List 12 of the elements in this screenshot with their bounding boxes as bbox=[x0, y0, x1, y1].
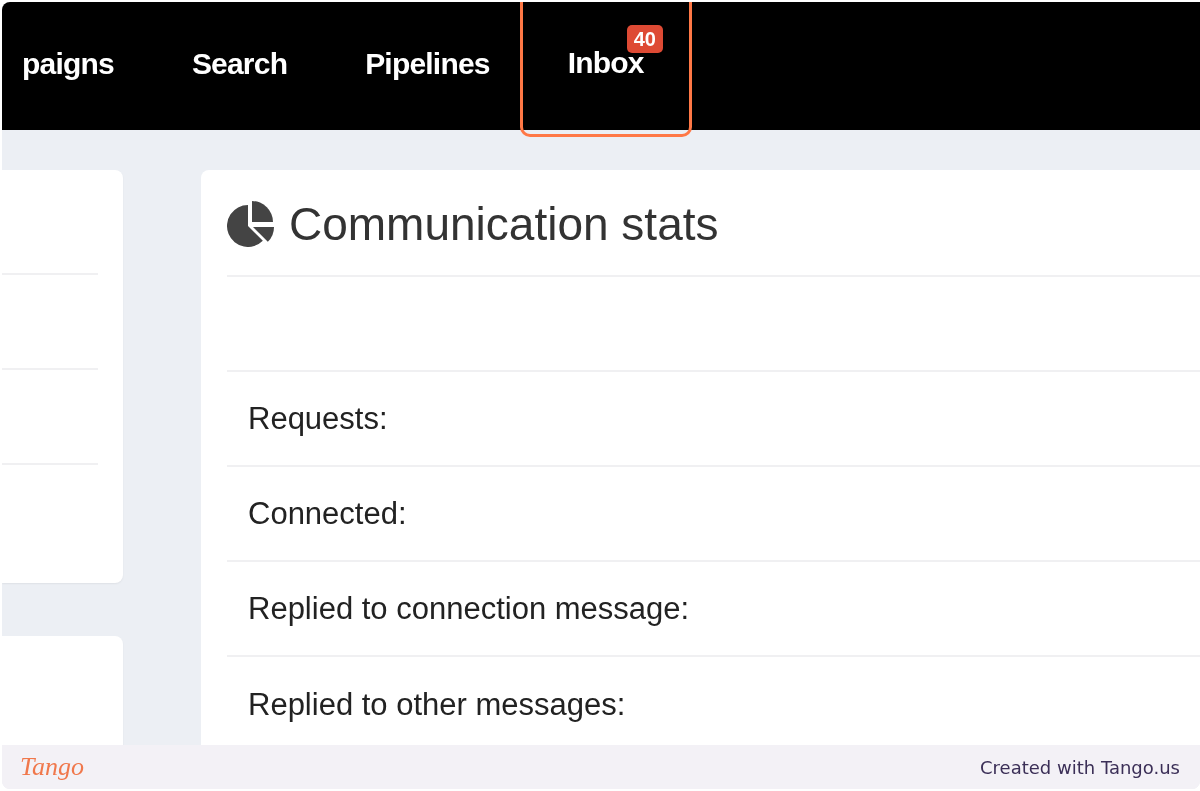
pie-chart-icon bbox=[227, 200, 275, 247]
stat-label: Connected: bbox=[248, 495, 407, 532]
nav-tab[interactable]: Inbox 40 bbox=[519, 2, 692, 137]
nav-tab[interactable]: Search bbox=[152, 2, 327, 130]
logo: Tango bbox=[20, 752, 85, 782]
stat-label: Requests: bbox=[248, 400, 388, 437]
stat-label: Replied to other messages: bbox=[248, 686, 626, 723]
credit-text: Created with Tango.us bbox=[980, 756, 1180, 778]
nav-tab[interactable]: paigns bbox=[2, 2, 153, 130]
count-badge: 40 bbox=[626, 25, 663, 53]
panel-title: Communication stats bbox=[289, 196, 719, 251]
stat-label: Replied to connection message: bbox=[248, 590, 690, 627]
